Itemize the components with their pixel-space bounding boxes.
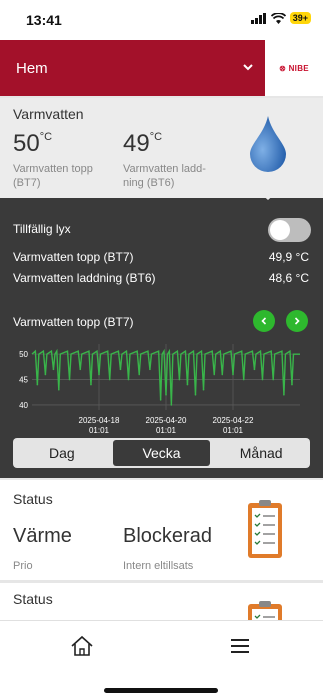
chart-x-tick-time: 01:01 (223, 426, 244, 435)
row-label-top: Varmvatten topp (BT7) (13, 250, 134, 264)
chart-point (108, 378, 111, 381)
status-left-value: Värme (13, 525, 72, 547)
charge-temp-label: Varmvatten ladd-ning (BT6) (123, 163, 206, 189)
chart-point (165, 393, 167, 396)
chart-point (261, 378, 264, 381)
nibe-logo: ⊗ NIBE (265, 40, 323, 96)
chart-point (36, 383, 39, 386)
chart-point (253, 368, 256, 371)
chart-point (98, 373, 100, 376)
chart-point (186, 383, 189, 386)
chart-point (68, 378, 71, 381)
card-title: Varmvatten (13, 106, 84, 122)
top-temp-value: 50°C (13, 130, 53, 157)
card-pointer (259, 192, 277, 200)
chart-x-tick-date: 2025-04-22 (213, 416, 254, 425)
nav-title: Hem (16, 60, 48, 77)
chart-point (52, 368, 55, 371)
row-value-top: 49,9 °C (268, 250, 309, 264)
chart-point (79, 368, 82, 371)
clipboard-icon (248, 500, 282, 558)
chart-next-button[interactable] (286, 310, 308, 332)
water-drop-icon (250, 116, 286, 172)
status-left-label: Prio (13, 560, 33, 572)
tab-month[interactable]: Månad (212, 438, 310, 468)
tab-day[interactable]: Dag (13, 438, 111, 468)
chart-point (291, 383, 293, 386)
temperature-chart: 5045402025-04-1801:012025-04-2001:012025… (19, 344, 300, 435)
tab-week[interactable]: Vecka (112, 440, 211, 466)
battery-icon: 39+ (289, 12, 311, 24)
chevron-right-icon (294, 317, 300, 325)
chart-point (178, 378, 181, 381)
chevron-left-icon (261, 317, 267, 325)
wifi-icon (270, 12, 286, 24)
chart-point (194, 393, 197, 396)
chart-point (127, 378, 130, 381)
period-tabs: Dag Vecka Månad (13, 438, 310, 468)
chart-y-tick: 50 (19, 350, 28, 359)
chart-point (202, 388, 205, 391)
chart-x-tick-time: 01:01 (156, 426, 177, 435)
chart-prev-button[interactable] (253, 310, 275, 332)
chart-x-tick-time: 01:01 (89, 426, 110, 435)
home-indicator (104, 688, 218, 693)
chart-point (159, 399, 162, 401)
row-label-charge: Varmvatten laddning (BT6) (13, 271, 156, 285)
chart-y-tick: 45 (19, 376, 28, 385)
status-bar: 13:41 39+ (0, 0, 323, 40)
chart-x-tick-date: 2025-04-18 (79, 416, 120, 425)
chart-point (138, 373, 140, 376)
chart-x-tick-date: 2025-04-20 (146, 416, 187, 425)
lux-toggle[interactable] (268, 218, 311, 242)
status-right-label: Intern eltillsats (123, 560, 194, 572)
chart-point (90, 383, 92, 386)
status-card-1[interactable]: Status Värme Prio Blockerad Intern eltil… (0, 480, 323, 580)
row-value-charge: 48,6 °C (268, 271, 309, 285)
lux-label: Tillfällig lyx (13, 222, 71, 236)
chart-point (283, 393, 285, 396)
status-time: 13:41 (26, 12, 62, 28)
chart-y-tick: 40 (19, 401, 28, 410)
chart-point (44, 373, 47, 376)
status-title: Status (13, 491, 53, 507)
signal-icon (250, 12, 266, 24)
top-temp-label: Varmvatten topp (BT7) (13, 163, 93, 189)
charge-temp-value: 49°C (123, 130, 163, 157)
chart-point (58, 388, 60, 391)
menu-icon[interactable] (231, 638, 249, 654)
toggle-knob (270, 220, 290, 240)
chart-point (242, 378, 245, 381)
chart-title: Varmvatten topp (BT7) (13, 315, 134, 329)
status-right-value: Blockerad (123, 525, 212, 547)
chart-point (170, 404, 173, 406)
home-dropdown[interactable]: Hem (0, 40, 265, 96)
status-title-2: Status (13, 591, 53, 607)
chart-point (213, 373, 216, 376)
chart-point (221, 373, 224, 376)
top-navigation: Hem ⊗ NIBE (0, 40, 323, 96)
chevron-down-icon (243, 64, 253, 71)
hot-water-card[interactable]: Varmvatten 50°C Varmvatten topp (BT7) 49°… (0, 98, 323, 198)
status-card-2[interactable]: Status (0, 583, 323, 623)
status-icons: 39+ (250, 12, 311, 24)
home-icon[interactable] (70, 635, 94, 657)
chart-point (232, 373, 234, 376)
chart-point (272, 378, 275, 381)
chart-point (119, 368, 122, 371)
chart-point (149, 368, 151, 371)
